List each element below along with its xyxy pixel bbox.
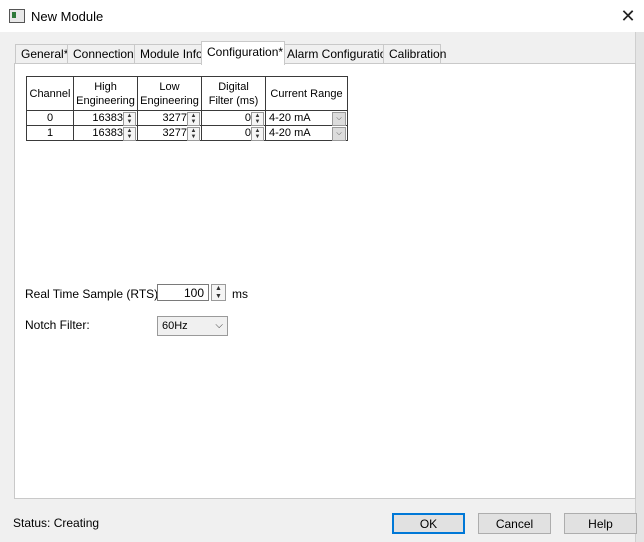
table-row: 0 16383 ▲ ▼ 3277 ▲ ▼ 0 ▲ ▼ 4-20 mA ⌵ [26, 110, 348, 126]
header-current-range: Current Range [265, 76, 348, 111]
current-range-select[interactable]: 4-20 mA ⌵ [265, 125, 348, 141]
tab-module-info[interactable]: Module Info [134, 44, 207, 64]
tab-configuration[interactable]: Configuration* [201, 41, 285, 65]
channel-cell: 1 [26, 125, 74, 141]
header-high-engineering: High Engineering [73, 76, 138, 111]
notch-filter-select[interactable]: 60Hz ⌵ [157, 316, 228, 336]
header-digital-filter: Digital Filter (ms) [201, 76, 266, 111]
spin-arrows-icon[interactable]: ▲ ▼ [187, 112, 200, 126]
notch-filter-value[interactable]: 60Hz [162, 320, 188, 332]
tab-calibration[interactable]: Calibration [383, 44, 446, 64]
spin-arrows-icon[interactable]: ▲ ▼ [187, 127, 200, 141]
low-engineering-stepper[interactable]: 3277 ▲ ▼ [137, 110, 202, 126]
table-row: 1 16383 ▲ ▼ 3277 ▲ ▼ 0 ▲ ▼ 4-20 mA ⌵ [26, 125, 348, 141]
chevron-down-icon[interactable]: ⌵ [332, 127, 346, 141]
rts-spinner-icon[interactable]: ▲ ▼ [211, 284, 226, 301]
high-engineering-stepper[interactable]: 16383 ▲ ▼ [73, 125, 138, 141]
tab-general[interactable]: General* [15, 44, 68, 64]
rts-label: Real Time Sample (RTS): [25, 287, 162, 301]
ok-button[interactable]: OK [392, 513, 465, 534]
header-channel: Channel [26, 76, 74, 111]
spin-arrows-icon[interactable]: ▲ ▼ [251, 112, 264, 126]
cancel-button[interactable]: Cancel [478, 513, 551, 534]
chevron-down-icon[interactable]: ⌵ [332, 112, 346, 126]
spin-arrows-icon[interactable]: ▲ ▼ [251, 127, 264, 141]
help-button[interactable]: Help [564, 513, 637, 534]
rts-input[interactable]: 100 [157, 284, 209, 301]
close-button[interactable]: ✕ [612, 0, 644, 32]
module-icon [9, 9, 25, 23]
tab-connection[interactable]: Connection [67, 44, 141, 64]
window-title: New Module [31, 9, 104, 24]
spin-arrows-icon[interactable]: ▲ ▼ [123, 127, 136, 141]
notch-filter-label: Notch Filter: [25, 318, 90, 332]
window-edge [635, 32, 644, 542]
channel-grid: Channel High Engineering Low Engineering D… [26, 76, 348, 141]
channel-cell: 0 [26, 110, 74, 126]
low-engineering-stepper[interactable]: 3277 ▲ ▼ [137, 125, 202, 141]
rts-unit: ms [232, 287, 248, 301]
title-bar: New Module ✕ [0, 0, 644, 32]
header-low-engineering: Low Engineering [137, 76, 202, 111]
current-range-select[interactable]: 4-20 mA ⌵ [265, 110, 348, 126]
spin-arrows-icon[interactable]: ▲ ▼ [123, 112, 136, 126]
status-text: Status: Creating [13, 516, 100, 530]
high-engineering-stepper[interactable]: 16383 ▲ ▼ [73, 110, 138, 126]
chevron-down-icon[interactable]: ⌵ [215, 317, 223, 335]
tab-alarm-configuration[interactable]: Alarm Configuration [281, 44, 393, 64]
digital-filter-stepper[interactable]: 0 ▲ ▼ [201, 110, 266, 126]
digital-filter-stepper[interactable]: 0 ▲ ▼ [201, 125, 266, 141]
